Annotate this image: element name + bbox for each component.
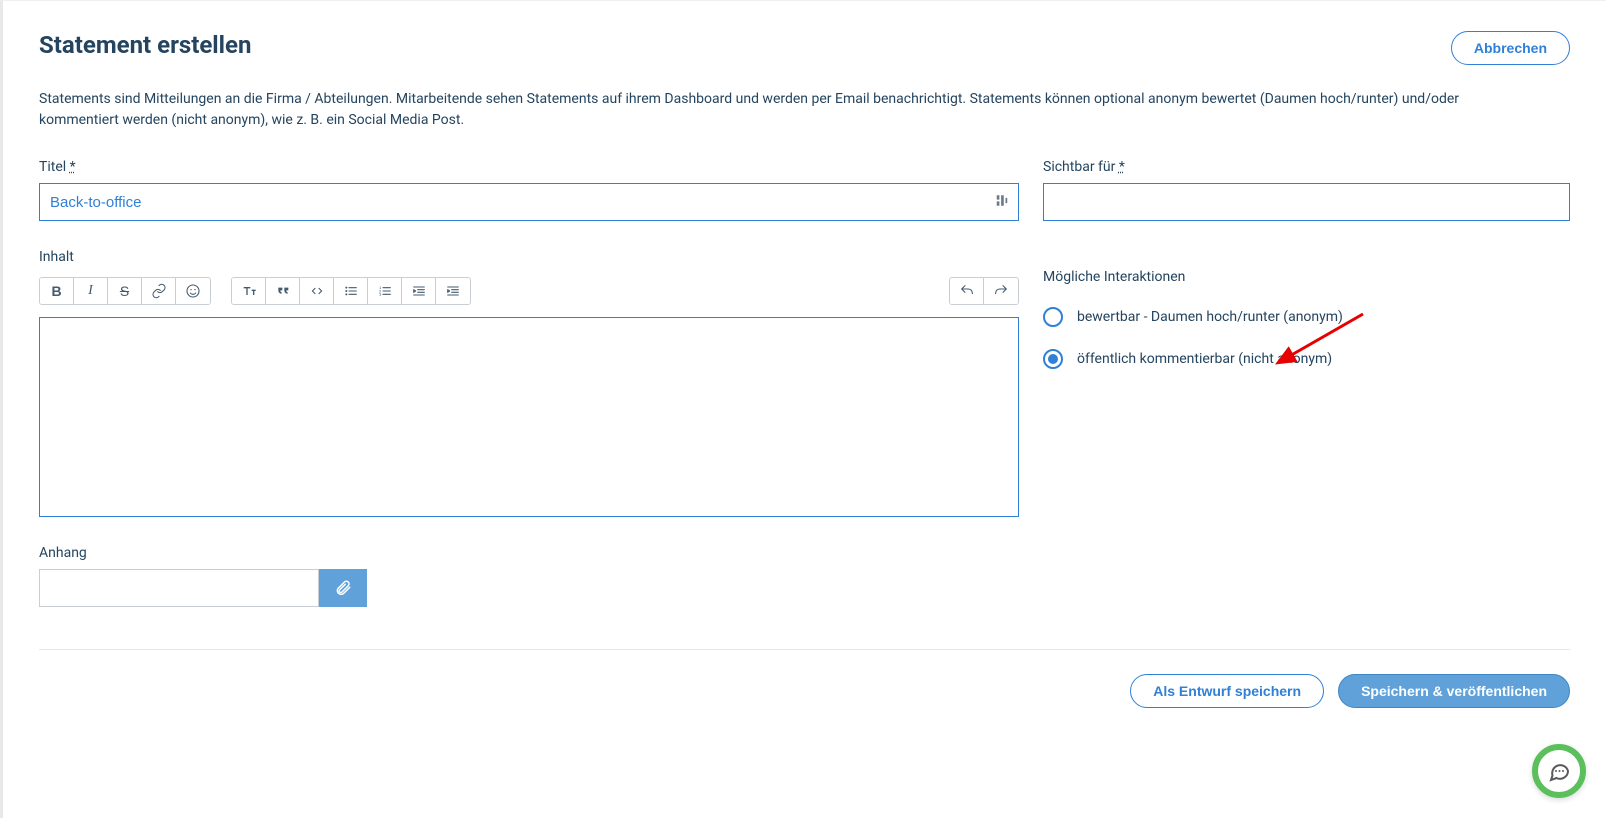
chat-icon <box>1547 759 1571 783</box>
undo-icon <box>959 283 975 299</box>
attachment-input[interactable] <box>39 569 319 607</box>
outdent-icon <box>411 283 427 299</box>
cancel-button[interactable]: Abbrechen <box>1451 31 1570 65</box>
footer-divider <box>39 649 1570 650</box>
ol-icon: 123 <box>377 283 393 299</box>
quote-button[interactable] <box>266 278 300 304</box>
textsize-button[interactable] <box>232 278 266 304</box>
content-section: Inhalt B I S <box>39 249 1019 517</box>
bold-button[interactable]: B <box>40 278 74 304</box>
editor-toolbar: B I S <box>39 277 1019 305</box>
tb-group-block: 123 <box>231 277 471 305</box>
redo-button[interactable] <box>984 278 1018 304</box>
interactions-section: Mögliche Interaktionen bewertbar - Daume… <box>1043 269 1570 369</box>
content-editor[interactable] <box>39 317 1019 517</box>
interaction-option-comment[interactable]: öffentlich kommentierbar (nicht anonym) <box>1043 349 1570 369</box>
autofill-icon <box>995 194 1009 211</box>
title-input-wrap <box>39 183 1019 221</box>
attachment-label: Anhang <box>39 545 1019 561</box>
header-row: Statement erstellen Abbrechen <box>39 31 1570 65</box>
attachment-row <box>39 569 1019 607</box>
undo-button[interactable] <box>950 278 984 304</box>
strike-button[interactable]: S <box>108 278 142 304</box>
indent-button[interactable] <box>436 278 470 304</box>
radio-checked-icon <box>1043 349 1063 369</box>
interactions-label: Mögliche Interaktionen <box>1043 269 1570 285</box>
redo-icon <box>993 283 1009 299</box>
tb-group-format: B I S <box>39 277 211 305</box>
interaction-option-rating-label: bewertbar - Daumen hoch/runter (anonym) <box>1077 309 1343 325</box>
interaction-option-comment-label: öffentlich kommentierbar (nicht anonym) <box>1077 351 1332 367</box>
form-columns: Titel * Inhalt B I S <box>39 159 1570 607</box>
italic-button[interactable]: I <box>74 278 108 304</box>
link-button[interactable] <box>142 278 176 304</box>
left-column: Titel * Inhalt B I S <box>39 159 1019 607</box>
right-column: Sichtbar für * Mögliche Interaktionen be… <box>1043 159 1570 607</box>
attachment-section: Anhang <box>39 545 1019 607</box>
ul-icon <box>343 283 359 299</box>
svg-text:3: 3 <box>379 292 382 297</box>
interaction-option-rating[interactable]: bewertbar - Daumen hoch/runter (anonym) <box>1043 307 1570 327</box>
outdent-button[interactable] <box>402 278 436 304</box>
textsize-icon <box>241 283 257 299</box>
ol-button[interactable]: 123 <box>368 278 402 304</box>
page-title: Statement erstellen <box>39 31 251 59</box>
visible-label: Sichtbar für * <box>1043 159 1570 175</box>
ul-button[interactable] <box>334 278 368 304</box>
content-label: Inhalt <box>39 249 1019 265</box>
emoji-icon <box>185 283 201 299</box>
emoji-button[interactable] <box>176 278 210 304</box>
link-icon <box>151 283 167 299</box>
indent-icon <box>445 283 461 299</box>
page-description: Statements sind Mitteilungen an die Firm… <box>39 89 1519 131</box>
chat-fab[interactable] <box>1532 744 1586 798</box>
code-icon <box>309 283 325 299</box>
page-container: Statement erstellen Abbrechen Statements… <box>0 0 1606 818</box>
attachment-button[interactable] <box>319 569 367 607</box>
save-publish-button[interactable]: Speichern & veröffentlichen <box>1338 674 1570 708</box>
paperclip-icon <box>334 579 352 597</box>
radio-unchecked-icon <box>1043 307 1063 327</box>
title-input[interactable] <box>39 183 1019 221</box>
title-label: Titel * <box>39 159 1019 175</box>
save-draft-button[interactable]: Als Entwurf speichern <box>1130 674 1324 708</box>
footer-actions: Als Entwurf speichern Speichern & veröff… <box>39 674 1570 708</box>
quote-icon <box>275 283 291 299</box>
tb-group-history <box>949 277 1019 305</box>
code-button[interactable] <box>300 278 334 304</box>
visible-for-input[interactable] <box>1043 183 1570 221</box>
